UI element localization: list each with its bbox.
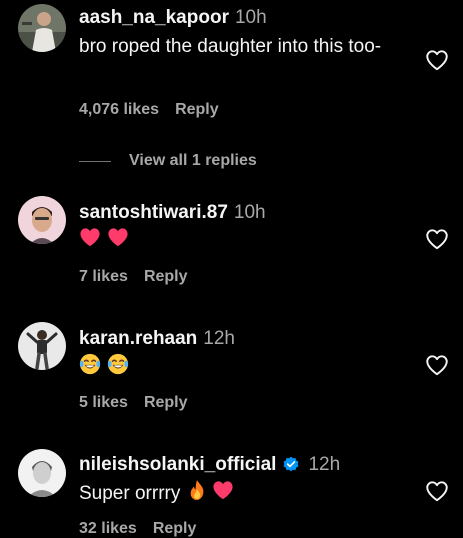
comment-text-content: Super orrrry [79, 483, 181, 505]
username-link[interactable]: santoshtiwari.87 [79, 202, 228, 223]
view-replies-button[interactable]: View all 1 replies [79, 150, 257, 172]
avatar[interactable] [18, 196, 66, 244]
heart-outline-icon [426, 355, 448, 376]
likes-count[interactable]: 7 likes [79, 268, 128, 285]
timestamp: 12h [203, 328, 235, 349]
username-link[interactable]: nileishsolanki_official [79, 454, 276, 475]
like-button[interactable] [424, 226, 450, 252]
username-link[interactable]: karan.rehaan [79, 328, 197, 349]
comment-text: Super orrrry [79, 479, 399, 509]
timestamp: 10h [233, 202, 266, 223]
avatar[interactable] [18, 449, 66, 497]
avatar[interactable] [18, 322, 66, 370]
comment-meta: 32 likes Reply [79, 520, 196, 538]
comment-header: aash_na_kapoor 10h [79, 7, 267, 29]
like-button[interactable] [424, 47, 450, 73]
comment-header: santoshtiwari.87 10h [79, 202, 266, 224]
avatar[interactable] [18, 4, 66, 52]
red-heart-emoji [212, 480, 234, 508]
fire-emoji [188, 479, 206, 509]
likes-count[interactable]: 32 likes [79, 520, 137, 537]
red-heart-emoji [79, 227, 101, 255]
comment-meta: 5 likes Reply [79, 394, 188, 412]
username-link[interactable]: aash_na_kapoor [79, 7, 229, 28]
comment-meta: 7 likes Reply [79, 268, 188, 286]
divider-line [79, 160, 111, 162]
likes-count[interactable]: 5 likes [79, 394, 128, 411]
likes-count[interactable]: 4,076 likes [79, 101, 159, 118]
reply-button[interactable]: Reply [175, 101, 219, 118]
verified-badge-icon [282, 455, 300, 479]
tears-of-joy-emoji [107, 353, 129, 383]
heart-outline-icon [426, 50, 448, 71]
timestamp: 10h [234, 7, 267, 28]
heart-outline-icon [426, 481, 448, 502]
reply-button[interactable]: Reply [144, 394, 188, 411]
reply-button[interactable]: Reply [153, 520, 197, 537]
comment-text [79, 227, 399, 255]
comment-meta: 4,076 likes Reply [79, 101, 219, 119]
comment-header: karan.rehaan 12h [79, 328, 235, 350]
timestamp: 12h [308, 454, 341, 475]
view-replies-label: View all 1 replies [129, 152, 257, 169]
comment-text [79, 353, 399, 383]
comment-text: bro roped the daughter into this too- [79, 36, 382, 57]
tears-of-joy-emoji [79, 353, 101, 383]
like-button[interactable] [424, 352, 450, 378]
heart-outline-icon [426, 229, 448, 250]
reply-button[interactable]: Reply [144, 268, 188, 285]
like-button[interactable] [424, 478, 450, 504]
red-heart-emoji [107, 227, 129, 255]
comment-header: nileishsolanki_official 12h [79, 454, 340, 479]
